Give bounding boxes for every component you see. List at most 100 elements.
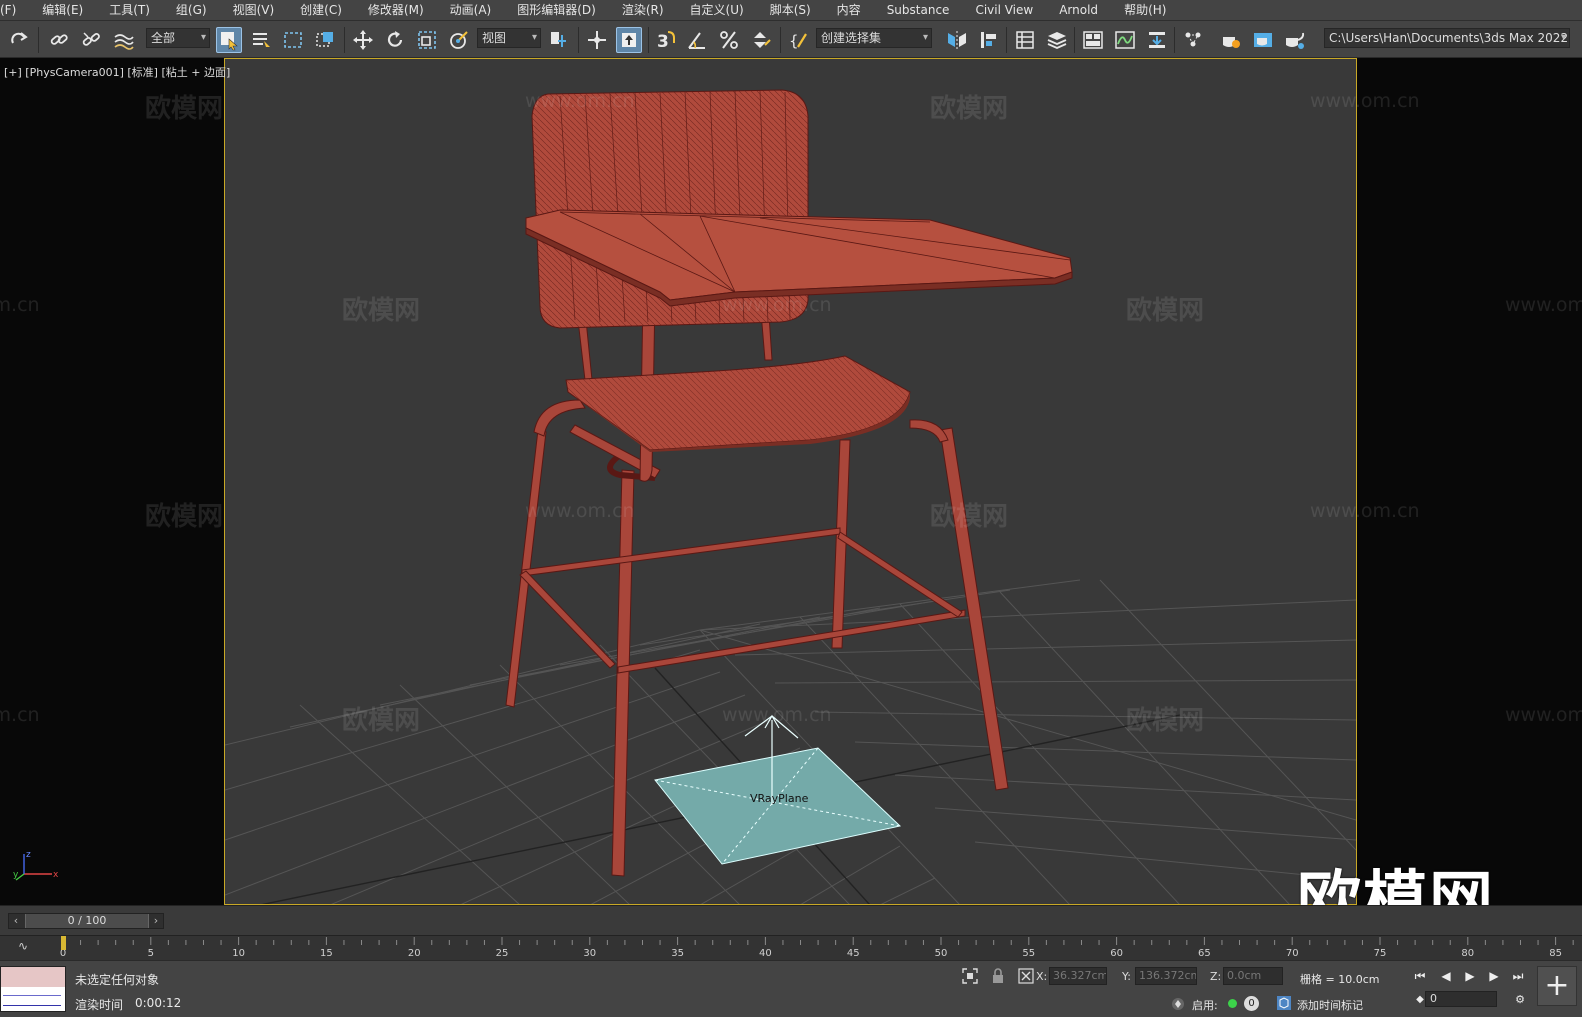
- menu-arnold[interactable]: Arnold: [1046, 0, 1111, 20]
- ruler-tick-label: 10: [232, 948, 245, 959]
- rendered-frame-window-icon[interactable]: [1250, 27, 1276, 53]
- watermark: www.om.cn: [525, 500, 635, 522]
- menu-civil-view[interactable]: Civil View: [962, 0, 1046, 20]
- menu-tools[interactable]: 工具(T): [96, 0, 163, 20]
- watermark: www.om.cn: [1505, 704, 1582, 726]
- project-path-dropdown[interactable]: C:\Users\Han\Documents\3ds Max 2022: [1324, 28, 1570, 48]
- play-icon[interactable]: ▶: [1460, 966, 1480, 986]
- perspective-viewport[interactable]: [224, 58, 1357, 905]
- menu-create[interactable]: 创建(C): [287, 0, 355, 20]
- snaps-toggle-icon[interactable]: 3: [652, 27, 678, 53]
- pivot-center-icon[interactable]: [546, 27, 572, 53]
- z-coord-field[interactable]: 0.0cm: [1223, 967, 1283, 985]
- menu-file[interactable]: (F): [0, 0, 29, 20]
- time-slider-thumb[interactable]: 0 / 100: [25, 914, 149, 928]
- time-config-icon[interactable]: ⚙: [1510, 990, 1530, 1010]
- enable-count-badge[interactable]: 0: [1244, 996, 1259, 1011]
- go-to-end-icon[interactable]: ⏭: [1508, 966, 1528, 986]
- svg-text:3: 3: [657, 32, 669, 51]
- adaptive-degradation-icon[interactable]: [1170, 996, 1186, 1012]
- viewport-label[interactable]: [+] [PhysCamera001] [标准] [粘土 + 边面]: [4, 64, 230, 80]
- next-frame-icon[interactable]: ▶: [1484, 966, 1504, 986]
- bind-spacewarp-icon[interactable]: [110, 27, 136, 53]
- watermark: www.om.cn: [722, 294, 832, 316]
- mirror-icon[interactable]: [944, 27, 970, 53]
- angle-snap-icon[interactable]: [684, 27, 710, 53]
- watermark: www.om.cn: [1310, 90, 1420, 112]
- add-time-tag-button[interactable]: 添加时间标记: [1297, 997, 1363, 1013]
- material-editor-icon[interactable]: [1180, 27, 1206, 53]
- watermark: 欧模网: [1126, 296, 1205, 326]
- rotate-icon[interactable]: [382, 27, 408, 53]
- time-next-icon[interactable]: ›: [149, 914, 163, 928]
- isolate-selection-icon[interactable]: [962, 968, 978, 984]
- go-to-start-icon[interactable]: ⏮: [1410, 966, 1430, 986]
- select-object-icon[interactable]: [216, 27, 242, 53]
- scene-explorer-icon[interactable]: [1012, 27, 1038, 53]
- render-setup-icon[interactable]: [1218, 27, 1244, 53]
- watermark: www.om.cn: [525, 90, 635, 112]
- menu-content[interactable]: 内容: [824, 0, 874, 20]
- toggle-ribbon-icon[interactable]: [1080, 27, 1106, 53]
- scale-icon[interactable]: [414, 27, 440, 53]
- ruler-tick-label: 15: [320, 948, 333, 959]
- selection-lock-icon[interactable]: [990, 968, 1006, 984]
- menu-help[interactable]: 帮助(H): [1111, 0, 1179, 20]
- rectangular-selection-icon[interactable]: [280, 27, 306, 53]
- maximize-viewport-icon[interactable]: +: [1537, 966, 1577, 1006]
- menu-modifiers[interactable]: 修改器(M): [355, 0, 437, 20]
- keyboard-shortcut-override-icon[interactable]: [616, 27, 642, 53]
- menu-rendering[interactable]: 渲染(R): [609, 0, 677, 20]
- window-crossing-icon[interactable]: [312, 27, 338, 53]
- previous-frame-icon[interactable]: ◀: [1436, 966, 1456, 986]
- ruler-tick-label: 60: [1110, 948, 1123, 959]
- menu-animation[interactable]: 动画(A): [437, 0, 505, 20]
- link-icon[interactable]: [46, 27, 72, 53]
- x-coord-label: X:: [1036, 970, 1048, 983]
- redo-icon[interactable]: [6, 27, 32, 53]
- curve-editor-icon[interactable]: [1112, 27, 1138, 53]
- y-coord-field[interactable]: 136.372cm: [1135, 967, 1197, 985]
- x-coord-field[interactable]: 36.327cm: [1049, 967, 1107, 985]
- time-tag-icon[interactable]: [1276, 995, 1292, 1011]
- spinner-snap-icon[interactable]: [748, 27, 774, 53]
- layer-explorer-icon[interactable]: [1044, 27, 1070, 53]
- reference-coord-dropdown[interactable]: 视图: [477, 28, 541, 48]
- menu-substance[interactable]: Substance: [874, 0, 963, 20]
- maxscript-listener-mini[interactable]: [0, 966, 66, 1012]
- svg-text:{: {: [789, 32, 799, 50]
- select-manipulate-icon[interactable]: [584, 27, 610, 53]
- absolute-mode-transform-icon[interactable]: [1018, 968, 1034, 984]
- ruler-tick-label: 30: [583, 948, 596, 959]
- watermark: www.om.cn: [722, 704, 832, 726]
- edit-named-selection-icon[interactable]: {: [786, 27, 812, 53]
- axis-y-label: y: [13, 870, 19, 880]
- menu-views[interactable]: 视图(V): [220, 0, 288, 20]
- align-icon[interactable]: [976, 27, 1002, 53]
- menu-group[interactable]: 组(G): [163, 0, 220, 20]
- selection-filter-dropdown[interactable]: 全部: [146, 28, 210, 48]
- menu-scripting[interactable]: 脚本(S): [757, 0, 824, 20]
- watermark: 欧模网: [930, 502, 1009, 532]
- percent-snap-icon[interactable]: [716, 27, 742, 53]
- placement-icon[interactable]: [446, 27, 472, 53]
- menu-edit[interactable]: 编辑(E): [29, 0, 96, 20]
- time-slider[interactable]: ‹ 0 / 100 ›: [8, 913, 164, 929]
- track-bar-ruler: 0 5 10 15 20 25 30 35 40 45 50 55 60 65 70 75 80 85: [60, 936, 1574, 959]
- current-frame-field[interactable]: 0: [1425, 991, 1497, 1007]
- y-coord-label: Y:: [1122, 970, 1131, 983]
- unlink-icon[interactable]: [78, 27, 104, 53]
- time-prev-icon[interactable]: ‹: [9, 914, 23, 928]
- menu-customize[interactable]: 自定义(U): [677, 0, 757, 20]
- status-dot-icon: [1228, 999, 1237, 1008]
- schematic-view-icon[interactable]: [1144, 27, 1170, 53]
- move-icon[interactable]: [350, 27, 376, 53]
- menu-graph-editors[interactable]: 图形编辑器(D): [504, 0, 609, 20]
- main-toolbar: 全部 视图 3 {: [0, 20, 1582, 58]
- render-production-icon[interactable]: [1282, 27, 1308, 53]
- ruler-tick-label: 85: [1549, 948, 1562, 959]
- named-selection-dropdown[interactable]: 创建选择集: [816, 28, 932, 48]
- watermark: 欧模网: [145, 502, 224, 532]
- ruler-tick-label: 70: [1286, 948, 1299, 959]
- select-by-name-icon[interactable]: [248, 27, 274, 53]
